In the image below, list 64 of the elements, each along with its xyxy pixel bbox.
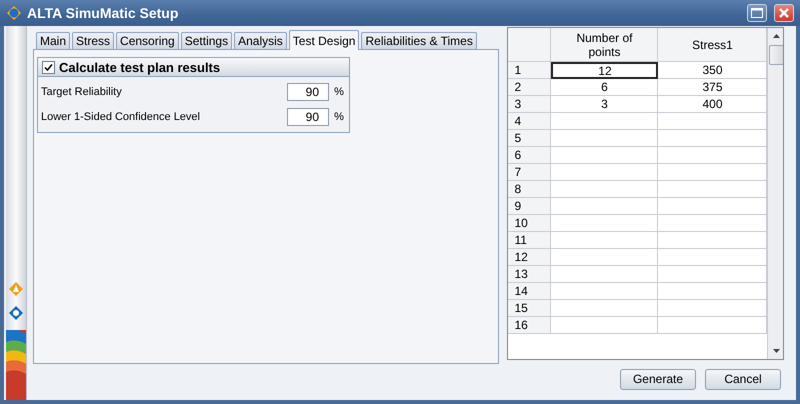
maximize-button[interactable]	[747, 4, 767, 22]
row-header[interactable]: 16	[508, 317, 552, 334]
table-cell[interactable]	[551, 249, 658, 266]
down-arrow-icon[interactable]	[773, 349, 780, 353]
unit-label: %	[333, 111, 345, 123]
table-cell[interactable]	[551, 317, 658, 334]
row-header[interactable]: 11	[508, 232, 552, 249]
tab[interactable]: Stress	[72, 32, 114, 49]
row-header[interactable]: 10	[508, 215, 552, 232]
table-cell[interactable]	[551, 283, 658, 300]
table-cell[interactable]	[551, 147, 658, 164]
letter-logo-icon	[9, 282, 23, 296]
table-cell[interactable]: 6	[551, 79, 658, 96]
row-header[interactable]: 13	[508, 266, 552, 283]
tab[interactable]: Test Design	[288, 30, 360, 50]
table-cell[interactable]	[551, 198, 658, 215]
table-cell[interactable]	[551, 130, 658, 147]
row-header[interactable]: 5	[508, 130, 552, 147]
close-button[interactable]	[774, 4, 794, 22]
letter-logo-icon	[9, 306, 23, 320]
scroll-thumb[interactable]	[769, 45, 783, 65]
table-cell[interactable]: 3	[551, 96, 658, 113]
dialog-button[interactable]: Cancel	[705, 368, 781, 390]
wave-stripes-drawing	[6, 330, 26, 400]
column-header[interactable]: Stress1	[658, 28, 768, 62]
dialog-button[interactable]: Generate	[620, 368, 696, 390]
table-cell[interactable]	[551, 266, 658, 283]
table-cell[interactable]	[551, 232, 658, 249]
row-header[interactable]: 4	[508, 113, 552, 130]
field-label: Target Reliability	[41, 86, 123, 98]
window-title: ALTA SimuMatic Setup	[27, 5, 180, 21]
tab[interactable]: Reliabilities & Times	[361, 32, 477, 49]
row-header[interactable]: 14	[508, 283, 552, 300]
row-header[interactable]: 2	[508, 79, 552, 96]
row-header[interactable]: 7	[508, 164, 552, 181]
field-label: Lower 1-Sided Confidence Level	[41, 111, 201, 123]
tab[interactable]: Main	[36, 32, 70, 49]
row-header[interactable]: 1	[508, 62, 552, 79]
app-logo-icon	[6, 5, 22, 21]
row-header[interactable]: 8	[508, 181, 552, 198]
table-cell[interactable]: 12	[551, 62, 658, 79]
table-cell[interactable]	[551, 300, 658, 317]
column-header[interactable]: Number of points	[551, 28, 658, 62]
close-icon[interactable]	[778, 7, 790, 19]
tab[interactable]: Censoring	[116, 32, 179, 49]
table-cell[interactable]	[551, 181, 658, 198]
row-header[interactable]: 3	[508, 96, 552, 113]
table-cell[interactable]	[551, 113, 658, 130]
row-header[interactable]: 6	[508, 147, 552, 164]
row-header[interactable]: 9	[508, 198, 552, 215]
table-cell[interactable]	[551, 164, 658, 181]
unit-label: %	[333, 86, 345, 98]
input-field[interactable]: 90	[287, 108, 329, 126]
row-header[interactable]: 15	[508, 300, 552, 317]
scrollbar[interactable]	[767, 28, 783, 359]
maximize-icon[interactable]	[751, 8, 763, 18]
group-title: Calculate test plan results	[59, 60, 220, 74]
input-field[interactable]: 90	[287, 83, 329, 101]
checkbox[interactable]	[42, 60, 55, 74]
tab[interactable]: Settings	[180, 32, 232, 49]
row-header[interactable]: 12	[508, 249, 552, 266]
tab[interactable]: Analysis	[234, 32, 287, 49]
table-cell[interactable]	[551, 215, 658, 232]
up-arrow-icon[interactable]	[773, 34, 780, 38]
